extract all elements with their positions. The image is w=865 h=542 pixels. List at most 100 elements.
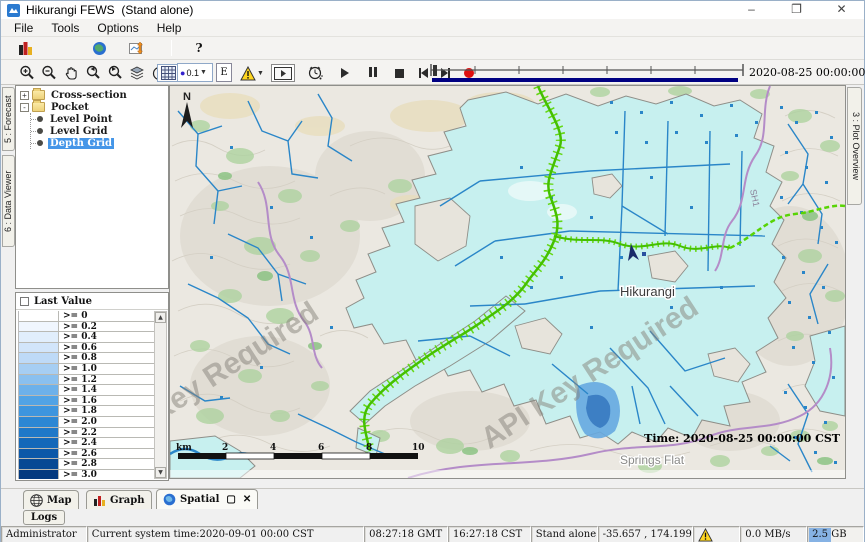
close-button[interactable]: ✕ bbox=[819, 1, 864, 19]
legend-row[interactable]: >= 1.6 bbox=[19, 396, 154, 407]
legend-row[interactable]: >= 0 bbox=[19, 311, 154, 322]
svg-text:4: 4 bbox=[270, 443, 276, 453]
scroll-up-icon[interactable]: ▲ bbox=[155, 312, 166, 323]
animation-player-icon[interactable] bbox=[271, 64, 295, 82]
layers-tree-panel: + Cross-section - Pocket Level Point Lev… bbox=[15, 85, 169, 289]
layers-icon[interactable] bbox=[127, 64, 147, 82]
color-swatch bbox=[19, 470, 59, 479]
timeseries-chart-icon[interactable] bbox=[127, 39, 147, 57]
pause-button[interactable] bbox=[363, 64, 383, 82]
window-title: Hikurangi FEWS (Stand alone) bbox=[26, 3, 193, 17]
legend-row[interactable]: >= 1.2 bbox=[19, 375, 154, 386]
maximize-button[interactable]: ❐ bbox=[774, 1, 819, 19]
color-swatch bbox=[19, 406, 59, 416]
expand-icon[interactable]: + bbox=[20, 91, 29, 100]
grid-display-icon[interactable] bbox=[157, 64, 179, 82]
tree-item-level-point[interactable]: Level Point bbox=[37, 113, 168, 125]
color-swatch bbox=[19, 311, 59, 321]
town-label: Hikurangi bbox=[620, 284, 675, 299]
status-user: Administrator bbox=[1, 526, 87, 542]
legend-panel: Last Value >= 0 >= 0.2 >= 0.4 >= 0.6 >= … bbox=[15, 292, 169, 481]
tab-data-viewer[interactable]: 6 : Data Viewer bbox=[2, 155, 15, 247]
warning-threshold-dropdown[interactable]: ▼ bbox=[237, 64, 267, 82]
bullet-icon bbox=[37, 128, 43, 134]
title-bar: Hikurangi FEWS (Stand alone) – ❐ ✕ bbox=[1, 1, 864, 19]
legend-row[interactable]: >= 2.8 bbox=[19, 459, 154, 470]
color-swatch bbox=[19, 364, 59, 374]
minimize-button[interactable]: – bbox=[729, 1, 774, 19]
color-swatch bbox=[19, 385, 59, 395]
collapse-icon[interactable]: - bbox=[20, 103, 29, 112]
legend-row[interactable]: >= 2.2 bbox=[19, 428, 154, 439]
legend-row[interactable]: >= 1.0 bbox=[19, 364, 154, 375]
menu-bar: File Tools Options Help bbox=[1, 19, 864, 37]
database-viewer-icon[interactable] bbox=[15, 39, 35, 57]
logs-button[interactable]: Logs bbox=[23, 510, 65, 525]
menu-help[interactable]: Help bbox=[148, 21, 191, 35]
status-network-speed: 0.0 MB/s bbox=[740, 526, 807, 542]
svg-text:10: 10 bbox=[412, 443, 425, 453]
tree-item-level-grid[interactable]: Level Grid bbox=[37, 125, 168, 137]
left-tab-strip: 5 : Forecast 6 : Data Viewer bbox=[1, 85, 15, 488]
animation-clock-icon[interactable] bbox=[305, 64, 325, 82]
chevron-down-icon: ▼ bbox=[200, 69, 207, 76]
bullet-icon bbox=[37, 116, 43, 122]
globe-spatial-icon[interactable] bbox=[89, 39, 109, 57]
legend-row[interactable]: >= 2.4 bbox=[19, 438, 154, 449]
legend-row[interactable]: >= 0.8 bbox=[19, 353, 154, 364]
place-label: Springs Flat bbox=[620, 453, 685, 467]
legend-row[interactable]: >= 0.4 bbox=[19, 332, 154, 343]
stop-button[interactable] bbox=[389, 64, 409, 82]
longitudinal-profile-button[interactable]: E bbox=[216, 63, 232, 82]
tab-maximize-icon[interactable]: ▢ bbox=[226, 494, 235, 505]
legend-row[interactable]: >= 1.8 bbox=[19, 406, 154, 417]
pan-hand-icon[interactable] bbox=[61, 64, 81, 82]
svg-text:km: km bbox=[176, 443, 192, 453]
time-slider[interactable] bbox=[427, 62, 747, 84]
last-value-checkbox[interactable] bbox=[20, 297, 29, 306]
tree-item-depth-grid[interactable]: Depth Grid bbox=[37, 137, 168, 149]
menu-options[interactable]: Options bbox=[88, 21, 147, 35]
svg-text:2: 2 bbox=[222, 443, 228, 453]
tab-plot-overview[interactable]: 3 : Plot Overview bbox=[847, 87, 862, 205]
svg-text:N: N bbox=[183, 91, 191, 103]
color-swatch bbox=[19, 449, 59, 459]
zoom-in-icon[interactable] bbox=[17, 64, 37, 82]
zoom-previous-icon[interactable] bbox=[83, 64, 103, 82]
map-time-label: Time: 2020-08-25 00:00:00 CST bbox=[644, 432, 841, 445]
menu-tools[interactable]: Tools bbox=[42, 21, 88, 35]
legend-row[interactable]: >= 1.4 bbox=[19, 385, 154, 396]
tree-item-pocket[interactable]: - Pocket bbox=[16, 101, 168, 113]
color-swatch bbox=[19, 332, 59, 342]
legend-row[interactable]: >= 2.0 bbox=[19, 417, 154, 428]
legend-row[interactable]: >= 2.6 bbox=[19, 449, 154, 460]
tab-spatial[interactable]: Spatial ▢ ✕ bbox=[156, 489, 258, 509]
legend-row[interactable]: >= 0.6 bbox=[19, 343, 154, 354]
color-swatch bbox=[19, 417, 59, 427]
legend-row[interactable]: >= 3.0 bbox=[19, 470, 154, 479]
tab-map[interactable]: Map bbox=[23, 490, 79, 509]
zoom-next-icon[interactable] bbox=[105, 64, 125, 82]
contour-interval-dropdown[interactable]: ● 0.1 ▼ bbox=[177, 63, 213, 82]
legend-row[interactable]: >= 0.2 bbox=[19, 322, 154, 333]
map-viewport[interactable]: SH1 Hikurangi Springs Flat API Key Requi… bbox=[169, 85, 846, 479]
menu-file[interactable]: File bbox=[5, 21, 42, 35]
color-swatch bbox=[19, 353, 59, 363]
color-swatch bbox=[19, 375, 59, 385]
bar-chart-icon bbox=[93, 494, 106, 507]
tab-forecast[interactable]: 5 : Forecast bbox=[2, 87, 15, 151]
time-slider-handle bbox=[433, 65, 437, 76]
play-button[interactable] bbox=[335, 64, 355, 82]
status-coordinates: -35.657 , 174.199 bbox=[598, 526, 694, 542]
scroll-down-icon[interactable]: ▼ bbox=[155, 467, 166, 478]
legend-scrollbar[interactable]: ▲ ▼ bbox=[154, 311, 167, 479]
color-swatch bbox=[19, 343, 59, 353]
zoom-out-icon[interactable] bbox=[39, 64, 59, 82]
app-logo-icon bbox=[7, 4, 20, 17]
tab-close-icon[interactable]: ✕ bbox=[243, 494, 251, 505]
wire-globe-icon bbox=[30, 494, 43, 507]
help-icon[interactable]: ? bbox=[189, 39, 209, 57]
color-swatch bbox=[19, 428, 59, 438]
tab-graph[interactable]: Graph bbox=[86, 490, 152, 509]
status-warning-cell[interactable] bbox=[693, 526, 740, 542]
